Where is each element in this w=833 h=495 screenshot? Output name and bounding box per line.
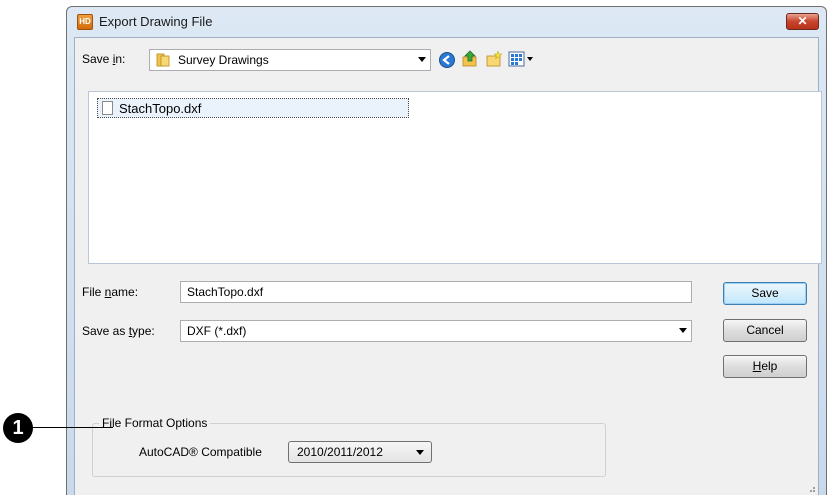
chevron-down-icon[interactable]	[416, 450, 424, 455]
folder-icon	[156, 53, 170, 67]
file-name-label: File name:	[82, 285, 139, 299]
export-drawing-dialog: HD Export Drawing File ✕ Save in: Survey…	[66, 6, 827, 495]
save-in-folder: Survey Drawings	[178, 53, 269, 67]
new-folder-icon[interactable]	[485, 50, 503, 68]
chevron-down-icon[interactable]	[418, 57, 426, 62]
autocad-compatible-label: AutoCAD® Compatible	[139, 445, 262, 459]
save-as-type-value: DXF (*.dxf)	[187, 324, 247, 338]
callout-marker: 1	[3, 413, 33, 443]
dialog-client-area: Save in: Survey Drawings StachTopo.dxf F…	[74, 37, 822, 495]
file-item-name: StachTopo.dxf	[119, 101, 202, 116]
file-icon	[102, 101, 113, 115]
save-button[interactable]: Save	[723, 282, 807, 305]
up-folder-icon[interactable]	[461, 50, 479, 68]
save-as-type-label: Save as type:	[82, 324, 155, 338]
resize-grip-icon[interactable]	[806, 483, 816, 493]
file-format-options-group: File Format Options AutoCAD® Compatible …	[92, 416, 606, 477]
autocad-version-value: 2010/2011/2012	[297, 445, 383, 459]
close-button[interactable]: ✕	[786, 13, 819, 30]
title-bar[interactable]: HD Export Drawing File ✕	[67, 7, 826, 37]
app-icon: HD	[77, 14, 93, 30]
file-name-input[interactable]	[180, 281, 692, 303]
back-icon[interactable]	[438, 51, 456, 69]
callout-leader-line	[33, 427, 113, 428]
file-format-options-legend: File Format Options	[99, 416, 211, 430]
autocad-version-select[interactable]: 2010/2011/2012	[288, 441, 432, 463]
help-button[interactable]: Help	[723, 355, 807, 378]
file-list[interactable]: StachTopo.dxf	[88, 91, 822, 264]
list-item[interactable]: StachTopo.dxf	[97, 98, 409, 118]
save-as-type-select[interactable]: DXF (*.dxf)	[180, 320, 692, 342]
chevron-down-icon[interactable]	[679, 328, 687, 333]
save-in-combo[interactable]: Survey Drawings	[149, 49, 431, 71]
cancel-button[interactable]: Cancel	[723, 319, 807, 342]
save-in-label: Save in:	[82, 52, 126, 66]
view-menu-icon[interactable]	[508, 50, 536, 68]
window-title: Export Drawing File	[99, 14, 213, 29]
